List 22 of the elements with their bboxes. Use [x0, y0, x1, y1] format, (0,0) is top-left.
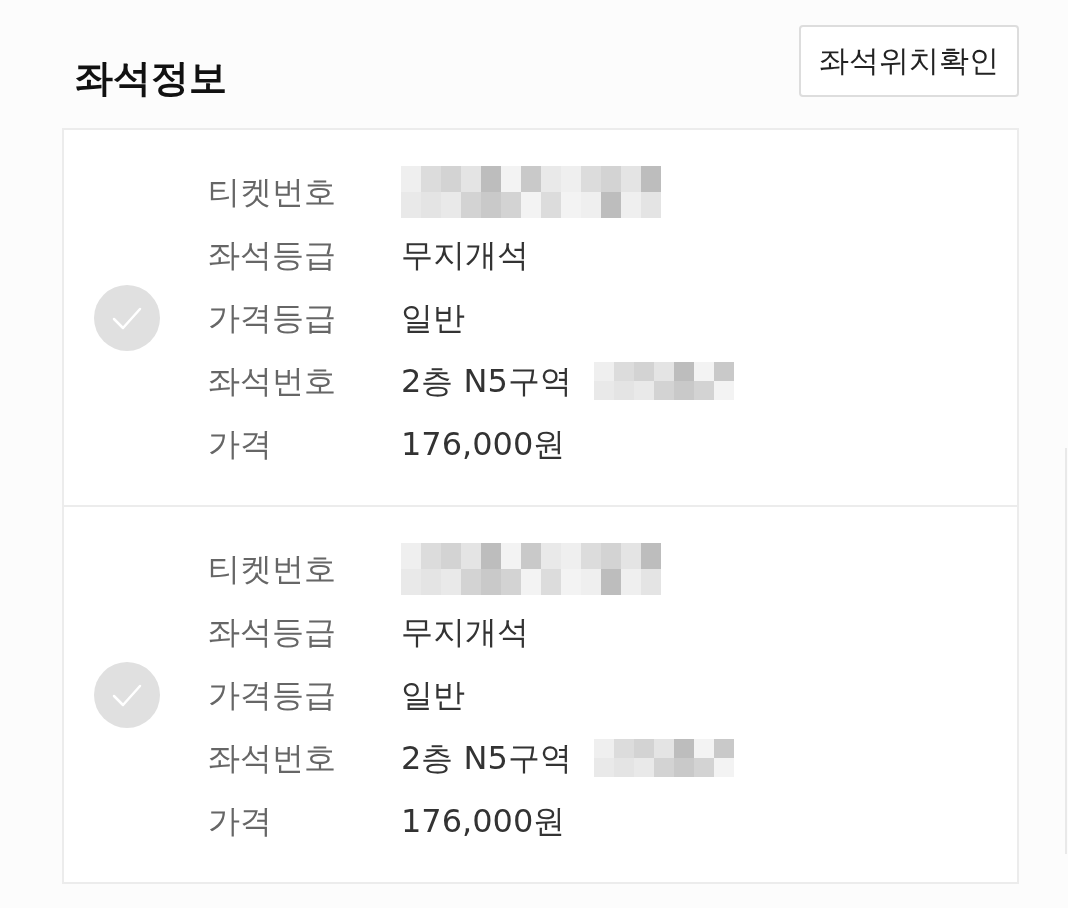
field-label: 좌석등급	[208, 615, 337, 648]
field-value: 2층 N5구역	[401, 741, 572, 774]
field-value: 일반	[401, 678, 465, 711]
field-label: 티켓번호	[208, 552, 337, 585]
field-label: 가격등급	[208, 678, 337, 711]
field-label: 가격	[208, 427, 273, 460]
field-label: 좌석등급	[208, 238, 337, 271]
seat-location-button[interactable]: 좌석위치확인	[799, 25, 1019, 97]
field-label: 좌석번호	[208, 741, 337, 774]
field-value: 일반	[401, 301, 465, 334]
field-label: 티켓번호	[208, 175, 337, 208]
field-label: 가격	[208, 804, 273, 837]
check-circle-icon[interactable]	[94, 661, 160, 728]
field-value: 176,000원	[401, 427, 566, 460]
field-value: 2층 N5구역	[401, 364, 572, 397]
field-value: 무지개석	[401, 238, 529, 271]
field-label: 좌석번호	[208, 364, 337, 397]
field-label: 가격등급	[208, 301, 337, 334]
section-title: 좌석정보	[75, 59, 227, 97]
field-value: 무지개석	[401, 615, 529, 648]
check-circle-icon[interactable]	[94, 284, 160, 351]
field-value: 176,000원	[401, 804, 566, 837]
